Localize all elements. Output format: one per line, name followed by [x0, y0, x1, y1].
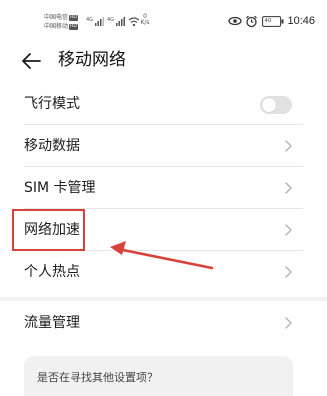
net-speed-unit: K/s	[140, 19, 150, 26]
divider	[24, 124, 303, 125]
carrier-name-2: 中国移动	[44, 23, 69, 30]
chevron-right-icon	[285, 317, 292, 329]
chevron-right-icon	[285, 140, 292, 152]
suggestion-card[interactable]: 是否在寻找其他设置项？	[24, 356, 293, 396]
net-speed: 0 K/s	[138, 14, 152, 26]
hd-badge-2: HD	[69, 23, 78, 30]
highlight-box	[12, 209, 85, 251]
status-bar: 中国电信 HD 中国移动 HD 4G 4G 0 K/s 40 10:46	[0, 0, 327, 38]
settings-row-mobile-data[interactable]: 移动数据	[0, 126, 327, 167]
chevron-right-icon	[285, 266, 292, 278]
carrier-label-2: 中国移动 HD	[44, 23, 78, 30]
settings-row-sim-card[interactable]: SIM 卡管理	[0, 168, 327, 209]
row-label: 流量管理	[24, 315, 80, 331]
battery-icon: 40	[262, 15, 284, 27]
row-label: 移动数据	[24, 138, 80, 154]
status-right: 40 10:46	[228, 13, 315, 29]
signal-label-1: 4G	[86, 17, 93, 23]
header: 移动网络	[0, 40, 327, 82]
alarm-icon	[246, 15, 258, 27]
row-label: 飞行模式	[24, 96, 80, 112]
settings-row-data-usage[interactable]: 流量管理	[0, 303, 327, 344]
eye-comfort-icon	[228, 16, 243, 26]
page-title: 移动网络	[58, 50, 126, 70]
settings-row-personal-hotspot[interactable]: 个人热点	[0, 252, 327, 293]
chevron-right-icon	[285, 182, 292, 194]
status-time: 10:46	[287, 15, 315, 27]
signal-label-2: 4G	[107, 17, 114, 23]
carrier-label-1: 中国电信 HD	[44, 14, 78, 21]
hd-badge: HD	[69, 14, 78, 21]
divider	[24, 166, 303, 167]
battery-level: 40	[264, 17, 272, 24]
chevron-right-icon	[285, 224, 292, 236]
suggestion-text: 是否在寻找其他设置项？	[37, 371, 158, 384]
carrier-name-1: 中国电信	[44, 14, 69, 21]
row-label: SIM 卡管理	[24, 180, 96, 196]
row-label: 个人热点	[24, 264, 80, 280]
toggle-knob	[262, 98, 276, 112]
section-divider	[0, 297, 327, 301]
back-arrow-icon[interactable]	[20, 51, 42, 71]
settings-row-airplane-mode[interactable]: 飞行模式	[0, 84, 327, 125]
airplane-mode-toggle[interactable]	[260, 96, 292, 114]
